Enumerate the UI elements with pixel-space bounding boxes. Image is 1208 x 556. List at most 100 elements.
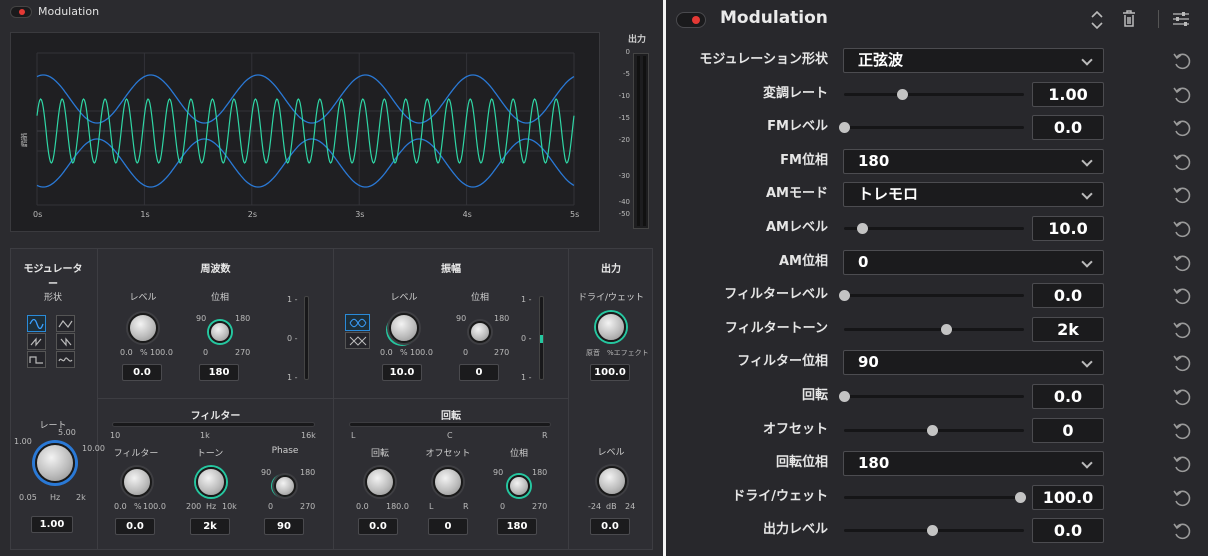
offset-field[interactable]: 0 bbox=[428, 518, 468, 535]
param-value-field[interactable]: 0.0 bbox=[1032, 384, 1104, 409]
param-slider-track[interactable] bbox=[844, 227, 1024, 230]
reset-icon[interactable] bbox=[1171, 50, 1193, 72]
reset-icon[interactable] bbox=[1171, 151, 1193, 173]
drywet-field[interactable]: 100.0 bbox=[590, 364, 630, 381]
param-dropdown[interactable]: 0 bbox=[843, 249, 1104, 275]
param-slider-thumb[interactable] bbox=[927, 424, 938, 436]
time-tick-label: 0s bbox=[33, 210, 42, 219]
shape-triangle-button[interactable] bbox=[56, 315, 75, 332]
filter-tone-knob[interactable] bbox=[196, 467, 226, 497]
param-slider-track[interactable] bbox=[844, 92, 1024, 96]
reset-icon[interactable] bbox=[1171, 285, 1193, 307]
freq-slider-mark-bottom: 1 - bbox=[287, 373, 298, 382]
param-dropdown[interactable]: 正弦波 bbox=[843, 48, 1104, 73]
param-slider-thumb[interactable] bbox=[839, 122, 850, 134]
reset-icon[interactable] bbox=[1171, 352, 1193, 374]
shape-square-button[interactable] bbox=[27, 351, 46, 368]
param-slider-thumb[interactable] bbox=[856, 223, 868, 234]
reset-icon[interactable] bbox=[1171, 487, 1193, 509]
param-slider-thumb[interactable] bbox=[941, 323, 953, 335]
reset-icon[interactable] bbox=[1171, 117, 1193, 139]
freq-level-field[interactable]: 0.0 bbox=[122, 364, 162, 381]
amp-level-knob[interactable] bbox=[389, 313, 419, 343]
param-value-field[interactable]: 1.00 bbox=[1032, 81, 1104, 107]
shape-random-button[interactable] bbox=[56, 351, 75, 368]
param-dropdown[interactable]: トレモロ bbox=[843, 182, 1104, 208]
drywet-knob[interactable] bbox=[596, 312, 626, 342]
filter-range-slider[interactable] bbox=[112, 422, 315, 427]
param-dropdown-value: 90 bbox=[858, 353, 879, 372]
rotation-phase-knob[interactable] bbox=[508, 475, 530, 497]
filter-level-knob[interactable] bbox=[122, 467, 152, 497]
amp-mode-ring-button[interactable] bbox=[345, 332, 370, 349]
output-meter bbox=[633, 53, 649, 229]
reset-icon[interactable] bbox=[1171, 84, 1193, 106]
out-level-knob[interactable] bbox=[597, 466, 627, 496]
reset-icon[interactable] bbox=[1171, 453, 1193, 475]
param-slider-track[interactable] bbox=[844, 395, 1024, 398]
freq-depth-slider[interactable] bbox=[304, 296, 309, 380]
rotation-field[interactable]: 0.0 bbox=[358, 518, 398, 535]
param-slider-track[interactable] bbox=[844, 126, 1024, 130]
power-toggle[interactable] bbox=[10, 6, 32, 18]
param-dropdown[interactable]: 180 bbox=[843, 451, 1104, 477]
freq-level-knob[interactable] bbox=[128, 313, 158, 343]
reset-icon[interactable] bbox=[1171, 252, 1193, 274]
rate-value-field[interactable]: 1.00 bbox=[31, 516, 73, 533]
rate-knob[interactable] bbox=[35, 443, 75, 483]
param-slider-thumb[interactable] bbox=[927, 525, 938, 537]
param-value-field[interactable]: 0.0 bbox=[1032, 283, 1104, 309]
settings-sliders-icon[interactable] bbox=[1172, 10, 1190, 28]
param-value-field[interactable]: 2k bbox=[1032, 316, 1104, 342]
rotation-scale-c: C bbox=[447, 431, 453, 440]
param-slider-track[interactable] bbox=[844, 495, 1024, 499]
shape-sine-button[interactable] bbox=[27, 315, 46, 332]
amp-mode-tremolo-button[interactable] bbox=[345, 314, 370, 331]
amp-level-field[interactable]: 10.0 bbox=[382, 364, 422, 381]
param-slider-track[interactable] bbox=[844, 327, 1024, 331]
param-slider-thumb[interactable] bbox=[897, 88, 909, 100]
reset-icon[interactable] bbox=[1171, 319, 1193, 341]
param-slider-thumb[interactable] bbox=[839, 391, 850, 402]
reorder-icon[interactable] bbox=[1090, 9, 1104, 31]
rotation-knob[interactable] bbox=[365, 467, 395, 497]
param-dropdown[interactable]: 180 bbox=[843, 148, 1104, 174]
filter-phase-knob[interactable] bbox=[274, 475, 296, 497]
shape-saw-up-button[interactable] bbox=[27, 333, 46, 350]
rotation-pan-slider[interactable] bbox=[349, 422, 551, 427]
amp-depth-slider[interactable] bbox=[539, 296, 544, 380]
param-slider-thumb[interactable] bbox=[839, 290, 850, 302]
filter-phase-field[interactable]: 90 bbox=[264, 518, 304, 535]
freq-slider-mark-mid: 0 - bbox=[287, 334, 298, 343]
reset-icon[interactable] bbox=[1171, 386, 1193, 408]
filter-level-field[interactable]: 0.0 bbox=[115, 518, 155, 535]
param-value-field[interactable]: 10.0 bbox=[1032, 216, 1104, 241]
trash-icon[interactable] bbox=[1122, 10, 1136, 28]
param-value-field[interactable]: 0.0 bbox=[1032, 115, 1104, 141]
param-row: 変調レート 1.00 bbox=[666, 79, 1208, 109]
freq-level-max: 100.0 bbox=[150, 348, 173, 357]
param-slider-track[interactable] bbox=[844, 294, 1024, 298]
param-dropdown-value: 正弦波 bbox=[858, 51, 904, 69]
amp-phase-knob[interactable] bbox=[469, 321, 491, 343]
offset-knob[interactable] bbox=[433, 467, 463, 497]
reset-icon[interactable] bbox=[1171, 520, 1193, 542]
shape-saw-down-button[interactable] bbox=[56, 333, 75, 350]
param-value-field[interactable]: 0 bbox=[1032, 417, 1104, 443]
out-level-field[interactable]: 0.0 bbox=[590, 518, 630, 535]
inspector-power-toggle[interactable] bbox=[676, 12, 706, 28]
reset-icon[interactable] bbox=[1171, 218, 1193, 240]
param-slider-thumb[interactable] bbox=[1015, 491, 1026, 503]
param-dropdown[interactable]: 90 bbox=[843, 350, 1104, 376]
freq-phase-knob[interactable] bbox=[209, 321, 231, 343]
freq-phase-field[interactable]: 180 bbox=[199, 364, 239, 381]
rotation-phase-field[interactable]: 180 bbox=[497, 518, 537, 535]
param-label: 出力レベル bbox=[762, 522, 828, 538]
triangle-wave-icon bbox=[58, 319, 73, 328]
amp-phase-field[interactable]: 0 bbox=[459, 364, 499, 381]
param-value-field[interactable]: 100.0 bbox=[1032, 484, 1104, 510]
filter-tone-field[interactable]: 2k bbox=[190, 518, 230, 535]
reset-icon[interactable] bbox=[1171, 184, 1193, 206]
reset-icon[interactable] bbox=[1171, 420, 1193, 442]
param-value-field[interactable]: 0.0 bbox=[1032, 518, 1104, 544]
